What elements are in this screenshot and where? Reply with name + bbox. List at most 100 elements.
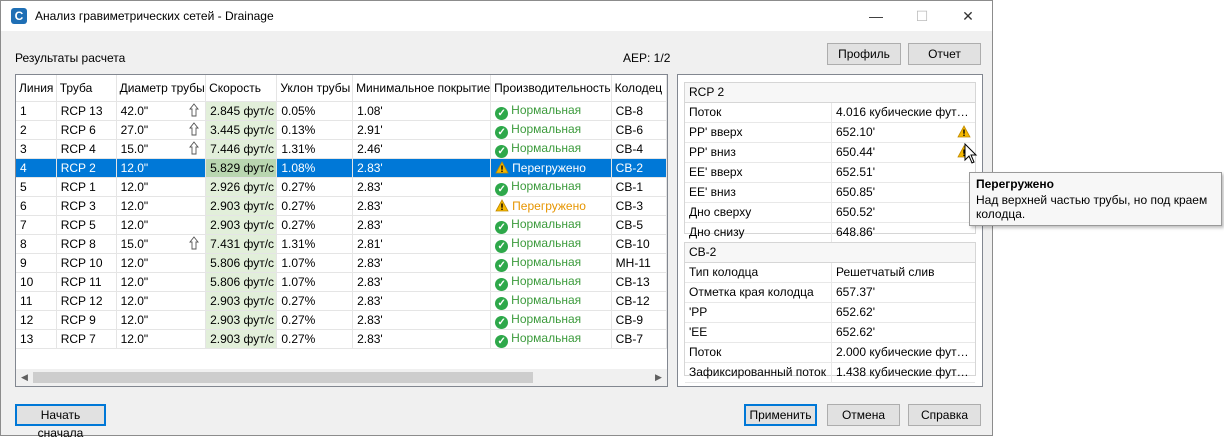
aep-label: AEP: 1/2 bbox=[623, 51, 671, 65]
table-row[interactable]: 11 RCP 12 12.0" 2.903 фут/с 0.27% 2.83' ✓ Норма… bbox=[16, 291, 667, 311]
table-row[interactable]: 9 RCP 10 12.0" 5.806 фут/с 1.07% 2.83' ✓ Нормал… bbox=[16, 253, 667, 273]
line-cell-text: 5 bbox=[20, 180, 27, 194]
property-name: Зафиксированный поток bbox=[689, 365, 826, 379]
cover-cell-text: 2.83' bbox=[357, 332, 383, 346]
minimize-icon[interactable]: — bbox=[853, 1, 899, 31]
table-row[interactable]: 2 RCP 6 27.0" 3.445 фут/с 0.13% 2.91' ✓ Нормаль… bbox=[16, 120, 667, 140]
pipe-cell: RCP 2 bbox=[56, 158, 117, 178]
property-name: Поток bbox=[689, 345, 722, 359]
well-cell: CB-7 bbox=[611, 329, 667, 349]
property-row[interactable]: 'EE 652.62' bbox=[685, 323, 975, 343]
diameter-cell: 12.0" bbox=[116, 158, 207, 178]
table-row[interactable]: 6 RCP 3 12.0" 2.903 фут/с 0.27% 2.83' Перегруж… bbox=[16, 196, 667, 216]
diameter-cell-text: 12.0" bbox=[120, 180, 149, 194]
scroll-left-icon[interactable]: ◀ bbox=[16, 369, 33, 386]
property-row[interactable]: Поток 4.016 кубические футы в секунду bbox=[685, 103, 975, 123]
line-cell-text: 7 bbox=[20, 218, 27, 232]
help-button[interactable]: Справка bbox=[908, 404, 981, 426]
well-cell-text: CB-8 bbox=[615, 104, 643, 118]
cover-cell-text: 1.08' bbox=[357, 104, 383, 118]
cover-cell: 1.08' bbox=[352, 101, 492, 121]
column-header[interactable]: Линия bbox=[16, 75, 57, 102]
cover-cell-text: 2.83' bbox=[357, 275, 383, 289]
line-cell-text: 10 bbox=[20, 275, 34, 289]
table-row[interactable]: 7 RCP 5 12.0" 2.903 фут/с 0.27% 2.83' ✓ Нормаль… bbox=[16, 215, 667, 235]
property-row[interactable]: Поток 2.000 кубические футы в секунду bbox=[685, 343, 975, 363]
well-section-title: CB-2 bbox=[685, 243, 975, 263]
velocity-cell-text: 2.926 фут/с bbox=[210, 180, 275, 194]
property-row[interactable]: Дно сверху 650.52' bbox=[685, 203, 975, 223]
cover-cell-text: 2.83' bbox=[357, 313, 383, 327]
table-row[interactable]: 12 RCP 9 12.0" 2.903 фут/с 0.27% 2.83' ✓ Нормал… bbox=[16, 310, 667, 330]
table-row[interactable]: 1 RCP 13 42.0" 2.845 фут/с 0.05% 1.08' ✓ Нормал… bbox=[16, 101, 667, 121]
column-header[interactable]: Производительность bbox=[490, 75, 612, 102]
slope-cell: 1.07% bbox=[276, 253, 354, 273]
property-name: PP' вверх bbox=[689, 125, 743, 139]
table-row[interactable]: 13 RCP 7 12.0" 2.903 фут/с 0.27% 2.83' ✓ Нормал… bbox=[16, 329, 667, 349]
up-arrow-icon bbox=[189, 236, 200, 250]
apply-button[interactable]: Применить bbox=[744, 404, 817, 426]
pipe-properties-section: RCP 2 Поток 4.016 кубические футы в секун… bbox=[684, 82, 976, 243]
up-arrow-icon bbox=[189, 122, 200, 136]
slope-cell: 1.07% bbox=[276, 272, 354, 292]
status-cell: Перегружено bbox=[490, 196, 612, 216]
overloaded-tooltip: Перегружено Над верхней частью трубы, но… bbox=[969, 172, 1222, 226]
table-row[interactable]: 4 RCP 2 12.0" 5.829 фут/с 1.08% 2.83' Перегруж… bbox=[16, 158, 667, 178]
table-row[interactable]: 3 RCP 4 15.0" 7.446 фут/с 1.31% 2.46' ✓ Нормаль… bbox=[16, 139, 667, 159]
pipe-cell-text: RCP 13 bbox=[60, 104, 103, 118]
property-row[interactable]: Отметка края колодца 657.37' bbox=[685, 283, 975, 303]
line-cell: 3 bbox=[16, 139, 57, 159]
pipe-cell: RCP 1 bbox=[56, 177, 117, 197]
property-row[interactable]: EE' вниз 650.85' bbox=[685, 183, 975, 203]
check-icon: ✓ bbox=[495, 258, 509, 272]
line-cell: 11 bbox=[16, 291, 57, 311]
scroll-right-icon[interactable]: ▶ bbox=[650, 369, 667, 386]
well-cell: MH-11 bbox=[611, 253, 667, 273]
scrollbar-thumb[interactable] bbox=[33, 372, 533, 383]
column-header[interactable]: Колодец bbox=[611, 75, 667, 102]
well-cell-text: CB-3 bbox=[615, 199, 643, 213]
property-row[interactable]: Тип колодца Решетчатый слив bbox=[685, 263, 975, 283]
column-header[interactable]: Уклон трубы bbox=[276, 75, 354, 102]
diameter-cell: 12.0" bbox=[116, 272, 207, 292]
table-row[interactable]: 5 RCP 1 12.0" 2.926 фут/с 0.27% 2.83' ✓ Нормаль… bbox=[16, 177, 667, 197]
property-row[interactable]: PP' вверх 652.10' bbox=[685, 123, 975, 143]
profile-button[interactable]: Профиль bbox=[827, 43, 901, 65]
well-cell-text: MH-11 bbox=[615, 256, 651, 270]
well-cell-text: CB-1 bbox=[615, 180, 643, 194]
slope-cell-text: 0.27% bbox=[281, 218, 316, 232]
well-properties-section: CB-2 Тип колодца Решетчатый слив Отметка к… bbox=[684, 242, 976, 383]
cover-cell: 2.83' bbox=[352, 329, 492, 349]
line-cell-text: 2 bbox=[20, 123, 27, 137]
property-row[interactable]: EE' вверх 652.51' bbox=[685, 163, 975, 183]
column-header[interactable]: Диаметр трубы bbox=[116, 75, 207, 102]
property-row[interactable]: Дно снизу 648.86' bbox=[685, 223, 975, 243]
maximize-icon[interactable]: ☐ bbox=[899, 1, 945, 31]
status-cell: ✓ Нормальная bbox=[490, 310, 612, 330]
well-cell-text: CB-6 bbox=[615, 123, 643, 137]
slope-cell: 0.27% bbox=[276, 177, 354, 197]
close-icon[interactable]: ✕ bbox=[945, 1, 991, 31]
velocity-cell: 7.446 фут/с bbox=[205, 139, 278, 159]
table-row[interactable]: 10 RCP 11 12.0" 5.806 фут/с 1.07% 2.83' ✓ Норма… bbox=[16, 272, 667, 292]
horizontal-scrollbar[interactable]: ◀ ▶ bbox=[16, 369, 667, 386]
table-row[interactable]: 8 RCP 8 15.0" 7.431 фут/с 1.31% 2.81' ✓ Нормаль… bbox=[16, 234, 667, 254]
restart-button[interactable]: Начать сначала bbox=[15, 404, 106, 440]
check-icon: ✓ bbox=[495, 296, 509, 310]
well-cell-text: CB-10 bbox=[615, 237, 650, 251]
property-row[interactable]: 'PP 652.62' bbox=[685, 303, 975, 323]
property-row[interactable]: Зафиксированный поток 1.438 кубические фу… bbox=[685, 363, 975, 383]
pipe-cell-text: RCP 2 bbox=[60, 161, 96, 175]
property-row[interactable]: PP' вниз 650.44' bbox=[685, 143, 975, 163]
report-button[interactable]: Отчет bbox=[908, 43, 981, 65]
status-cell: Перегружено bbox=[490, 158, 612, 178]
well-cell-text: CB-9 bbox=[615, 313, 643, 327]
check-icon: ✓ bbox=[495, 125, 509, 139]
property-name: Дно сверху bbox=[689, 205, 752, 219]
column-header[interactable]: Скорость bbox=[205, 75, 278, 102]
results-grid[interactable]: Линия Труба Диаметр трубы Скорость Уклон тру… bbox=[15, 74, 668, 387]
column-header[interactable]: Минимальное покрытие bbox=[352, 75, 492, 102]
cancel-button[interactable]: Отмена bbox=[827, 404, 900, 426]
column-header[interactable]: Труба bbox=[56, 75, 117, 102]
property-value: 657.37' bbox=[831, 283, 975, 302]
